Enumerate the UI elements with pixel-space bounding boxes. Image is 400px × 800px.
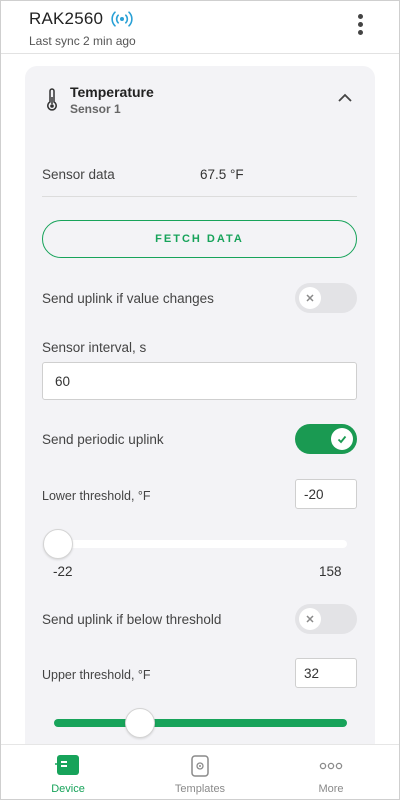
thermometer-icon [47,88,57,111]
toggle-knob [299,287,321,309]
radio-signal-icon [111,11,133,27]
lower-threshold-max-label: 158 [319,564,342,579]
divider [42,196,357,197]
chevron-up-icon[interactable] [337,92,353,104]
toggle-knob [299,608,321,630]
fetch-data-button[interactable]: FETCH DATA [42,220,357,258]
nav-item-templates[interactable]: Templates [150,745,250,800]
close-icon [306,615,314,623]
lower-threshold-input[interactable] [295,479,357,509]
templates-icon [191,755,209,777]
toggle-knob [331,428,353,450]
nav-label-device: Device [51,783,85,795]
app-header: RAK2560 Last sync 2 min ago [0,0,400,54]
periodic-uplink-label: Send periodic uplink [42,432,164,447]
bottom-nav: Device Templates More [0,744,400,800]
upper-threshold-input[interactable] [295,658,357,688]
device-icon [55,755,79,775]
uplink-on-change-label: Send uplink if value changes [42,291,214,306]
lower-threshold-slider-track[interactable] [54,540,347,548]
sensor-subtitle: Sensor 1 [70,102,121,116]
check-icon [337,435,347,444]
device-name: RAK2560 [29,9,104,28]
sensor-interval-label: Sensor interval, s [42,340,147,355]
close-icon [306,294,314,302]
uplink-below-toggle[interactable] [295,604,357,634]
lower-threshold-label: Lower threshold, °F [42,489,151,503]
sensor-data-value: 67.5 °F [200,167,244,182]
nav-item-more[interactable]: More [281,745,381,800]
sensor-card-header[interactable]: Temperature Sensor 1 [25,66,375,126]
periodic-uplink-toggle[interactable] [295,424,357,454]
uplink-below-label: Send uplink if below threshold [42,612,222,627]
lower-threshold-min-label: -22 [53,564,73,579]
sensor-data-label: Sensor data [42,167,115,182]
lower-threshold-slider-thumb[interactable] [43,529,73,559]
more-vert-icon[interactable] [350,14,370,40]
sensor-title: Temperature [70,84,154,100]
upper-threshold-label: Upper threshold, °F [42,668,151,682]
sensor-card: Temperature Sensor 1 Sensor data 67.5 °F… [25,66,375,766]
uplink-on-change-toggle[interactable] [295,283,357,313]
sensor-interval-input[interactable] [42,362,357,400]
nav-label-templates: Templates [174,783,226,795]
upper-threshold-slider-thumb[interactable] [125,708,155,738]
more-horiz-icon [319,762,343,770]
nav-label-more: More [318,783,344,795]
upper-threshold-slider-fill [54,719,347,727]
sync-status: Last sync 2 min ago [29,34,136,48]
nav-item-device[interactable]: Device [18,745,118,800]
